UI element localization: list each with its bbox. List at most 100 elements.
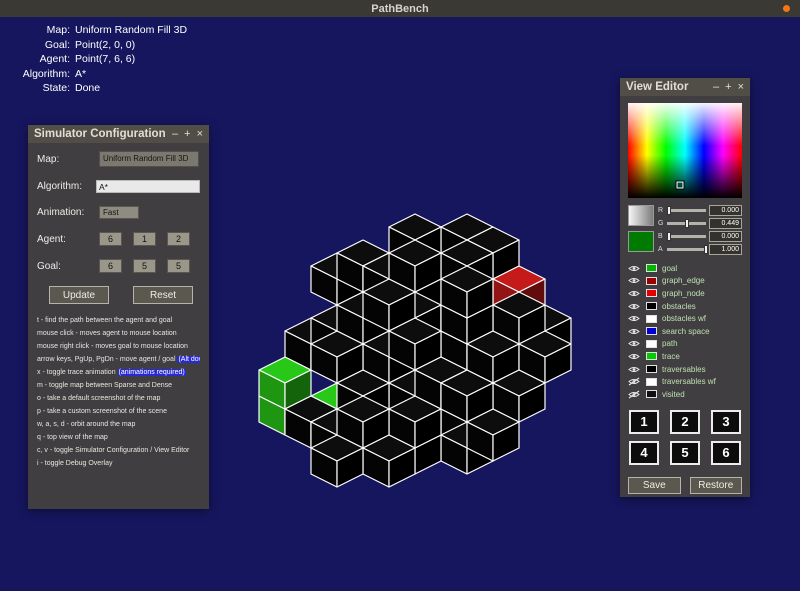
- legend-label: trace: [662, 352, 680, 361]
- help-text: o - take a default screenshot of the map: [37, 395, 160, 402]
- legend-label: obstacles: [662, 302, 696, 311]
- view-slot-button[interactable]: 6: [711, 441, 741, 465]
- visibility-eye-icon[interactable]: [628, 314, 641, 323]
- current-color-swatch[interactable]: [628, 231, 654, 252]
- window-controls: – + ×: [172, 125, 203, 143]
- legend-row[interactable]: traversables: [628, 363, 742, 376]
- restore-button[interactable]: Restore: [690, 477, 743, 494]
- legend-row[interactable]: traversables wf: [628, 375, 742, 388]
- visibility-eye-icon[interactable]: [628, 264, 641, 273]
- agent-coordinate-box[interactable]: 2: [167, 232, 190, 246]
- slider-handle[interactable]: [685, 219, 689, 228]
- visibility-eye-icon[interactable]: [628, 302, 641, 311]
- algorithm-input[interactable]: [96, 180, 200, 193]
- slider-value-box[interactable]: 0.000: [709, 205, 742, 216]
- slider-track[interactable]: [667, 222, 706, 225]
- slider-handle[interactable]: [704, 245, 708, 254]
- legend-row[interactable]: search space: [628, 325, 742, 338]
- picker-marker[interactable]: [677, 181, 684, 188]
- legend-row[interactable]: visited: [628, 388, 742, 401]
- help-text: q - top view of the map: [37, 434, 108, 441]
- view-slot-button[interactable]: 5: [670, 441, 700, 465]
- slider-track[interactable]: [667, 209, 706, 212]
- legend-color-swatch[interactable]: [646, 277, 657, 285]
- legend-row[interactable]: obstacles: [628, 300, 742, 313]
- legend-color-swatch[interactable]: [646, 264, 657, 272]
- legend-row[interactable]: trace: [628, 350, 742, 363]
- visibility-eye-icon[interactable]: [628, 327, 641, 336]
- close-icon[interactable]: ×: [738, 78, 744, 96]
- agent-coordinate-box[interactable]: 1: [133, 232, 156, 246]
- visibility-eye-icon[interactable]: [628, 339, 641, 348]
- goal-coordinate-box[interactable]: 6: [99, 259, 122, 273]
- legend-label: visited: [662, 390, 685, 399]
- legend-color-swatch[interactable]: [646, 390, 657, 398]
- legend-row[interactable]: graph_edge: [628, 275, 742, 288]
- expand-icon[interactable]: +: [725, 78, 731, 96]
- algorithm-field-label: Algorithm:: [37, 181, 96, 192]
- save-button[interactable]: Save: [628, 477, 681, 494]
- color-picker-field[interactable]: [628, 103, 742, 198]
- slider-handle[interactable]: [667, 232, 671, 241]
- close-icon[interactable]: ×: [197, 125, 203, 143]
- legend-row[interactable]: obstacles wf: [628, 312, 742, 325]
- legend-color-swatch[interactable]: [646, 352, 657, 360]
- view-number-buttons: 123 456: [628, 401, 742, 465]
- expand-icon[interactable]: +: [184, 125, 190, 143]
- view-slot-button[interactable]: 4: [629, 441, 659, 465]
- slider-track[interactable]: [667, 248, 706, 251]
- legend-row[interactable]: goal: [628, 262, 742, 275]
- slider-track[interactable]: [667, 235, 706, 238]
- view-slot-button[interactable]: 3: [711, 410, 741, 434]
- legend-row[interactable]: path: [628, 338, 742, 351]
- visibility-eye-icon[interactable]: [628, 390, 641, 399]
- view-slot-button[interactable]: 2: [670, 410, 700, 434]
- slider-row: B 0.000: [658, 231, 742, 242]
- minimize-icon[interactable]: –: [172, 125, 178, 143]
- visibility-eye-icon[interactable]: [628, 352, 641, 361]
- goal-coordinate-box[interactable]: 5: [167, 259, 190, 273]
- animation-select[interactable]: Fast: [99, 206, 139, 219]
- reset-button[interactable]: Reset: [133, 286, 193, 304]
- window-titlebar[interactable]: PathBench: [0, 0, 800, 17]
- update-button[interactable]: Update: [49, 286, 109, 304]
- minimize-icon[interactable]: –: [713, 78, 719, 96]
- visibility-eye-icon[interactable]: [628, 289, 641, 298]
- status-label: Map:: [6, 23, 70, 38]
- legend-row[interactable]: graph_node: [628, 287, 742, 300]
- map-select[interactable]: Uniform Random Fill 3D: [99, 151, 199, 167]
- view-slot-button[interactable]: 1: [629, 410, 659, 434]
- brightness-swatch[interactable]: [628, 205, 654, 226]
- help-line: mouse click - moves agent to mouse locat…: [37, 327, 200, 340]
- slider-value-box[interactable]: 0.000: [709, 231, 742, 242]
- slider-handle[interactable]: [667, 206, 671, 215]
- visibility-eye-icon[interactable]: [628, 365, 641, 374]
- help-line: t - find the path between the agent and …: [37, 314, 200, 327]
- goal-coordinate-box[interactable]: 5: [133, 259, 156, 273]
- status-value: A*: [75, 67, 86, 82]
- legend-color-swatch[interactable]: [646, 327, 657, 335]
- slider-label: B: [658, 233, 664, 240]
- simulator-configuration-titlebar[interactable]: Simulator Configuration – + ×: [28, 125, 209, 143]
- help-text: i - toggle Debug Overlay: [37, 460, 112, 467]
- slider-row: A 1.000: [658, 244, 742, 255]
- visibility-eye-icon[interactable]: [628, 276, 641, 285]
- status-label: Algorithm:: [6, 67, 70, 82]
- agent-coordinates: 612: [99, 232, 190, 246]
- legend-color-swatch[interactable]: [646, 378, 657, 386]
- view-editor-titlebar[interactable]: View Editor – + ×: [620, 78, 750, 96]
- legend-color-swatch[interactable]: [646, 302, 657, 310]
- status-label: Goal:: [6, 38, 70, 53]
- visibility-eye-icon[interactable]: [628, 377, 641, 386]
- legend-color-swatch[interactable]: [646, 315, 657, 323]
- slider-value-box[interactable]: 1.000: [709, 244, 742, 255]
- slider-value-box[interactable]: 0.449: [709, 218, 742, 229]
- legend-label: graph_edge: [662, 276, 705, 285]
- help-line: mouse right click - moves goal to mouse …: [37, 340, 200, 353]
- legend-color-swatch[interactable]: [646, 365, 657, 373]
- slider-label: G: [658, 220, 664, 227]
- legend-color-swatch[interactable]: [646, 340, 657, 348]
- legend-color-swatch[interactable]: [646, 289, 657, 297]
- keyboard-help-list: t - find the path between the agent and …: [37, 314, 200, 470]
- agent-coordinate-box[interactable]: 6: [99, 232, 122, 246]
